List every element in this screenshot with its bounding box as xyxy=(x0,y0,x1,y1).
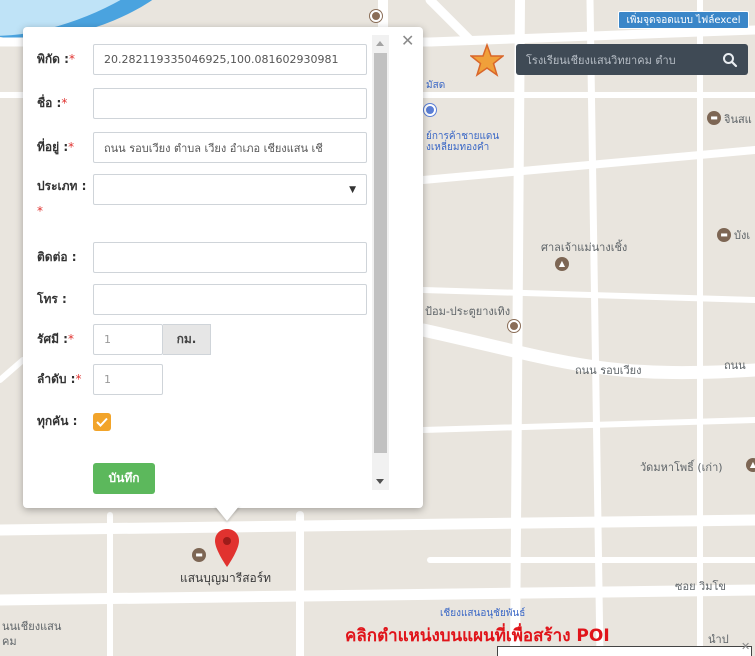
import-excel-button[interactable]: เพิ่มจุดจอดแบบ ไฟล์excel xyxy=(618,11,749,29)
map-label: บังเ xyxy=(734,229,751,242)
star-icon[interactable] xyxy=(470,43,504,77)
poi-marker[interactable] xyxy=(424,104,436,116)
radius-row: รัศมี :* 1 กม. xyxy=(37,324,211,355)
map-label: คม xyxy=(2,635,17,648)
street-label: ถนน xyxy=(724,359,746,372)
map-label: ศาลเจ้าแม่นางเชิ้ง xyxy=(541,241,628,254)
hotel-icon[interactable]: ▬ xyxy=(707,111,721,125)
checkmark-icon xyxy=(96,417,108,427)
scroll-thumb[interactable] xyxy=(374,53,387,453)
address-label: ที่อยู่ :* xyxy=(37,140,75,154)
place-search[interactable] xyxy=(516,44,748,75)
address-row: ที่อยู่ :* ถนน รอบเวียง ตำบล เวียง อำเภอ… xyxy=(37,132,367,163)
hotel-icon[interactable]: ▬ xyxy=(717,228,731,242)
coords-row: พิกัด :* 20.282119335046925,100.08160293… xyxy=(37,44,367,75)
address-field[interactable]: ถนน รอบเวียง ตำบล เวียง อำเภอ เชียงแสน เ… xyxy=(93,132,367,163)
form-scrollbar[interactable] xyxy=(372,35,389,490)
create-poi-hint: คลิกตำแหน่งบนแผนที่เพื่อสร้าง POI xyxy=(345,626,610,646)
phone-field[interactable] xyxy=(93,284,367,315)
temple-icon[interactable]: ▲ xyxy=(746,458,755,472)
order-row: ลำดับ :* 1 xyxy=(37,364,163,395)
contact-row: ติดต่อ : xyxy=(37,242,367,273)
phone-row: โทร : xyxy=(37,284,367,315)
poi-marker[interactable] xyxy=(370,10,382,22)
radius-field[interactable]: 1 xyxy=(93,324,163,355)
landmark-dot[interactable] xyxy=(508,320,520,332)
radius-unit: กม. xyxy=(163,324,211,355)
map-label: แสนบุญมารีสอร์ท xyxy=(180,571,272,585)
poi-form-popup: ✕ พิกัด :* 20.282119335046925,100.081602… xyxy=(23,27,423,508)
map-label: ย์การค้าชายแดน xyxy=(426,131,500,142)
phone-label: โทร : xyxy=(37,292,67,306)
name-label: ชื่อ :* xyxy=(37,96,68,110)
chevron-down-icon[interactable]: ▼ xyxy=(349,185,356,195)
scroll-up-icon[interactable] xyxy=(376,41,384,46)
street-label: ถนน รอบเวียง xyxy=(575,364,642,377)
name-field[interactable] xyxy=(93,88,367,119)
order-field[interactable]: 1 xyxy=(93,364,163,395)
everyone-checkbox[interactable] xyxy=(93,412,111,431)
everyone-label: ทุกคัน : xyxy=(37,414,78,428)
everyone-row: ทุกคัน : xyxy=(37,412,111,431)
order-label: ลำดับ :* xyxy=(37,372,82,386)
contact-field[interactable] xyxy=(93,242,367,273)
search-icon[interactable] xyxy=(722,52,738,68)
close-icon[interactable]: ✕ xyxy=(401,33,414,49)
save-button[interactable]: บันทึก xyxy=(93,463,155,494)
close-icon[interactable]: ✕ xyxy=(741,640,750,653)
map-label: จินสแ xyxy=(724,113,752,126)
info-panel xyxy=(497,646,752,656)
temple-icon[interactable]: ▲ xyxy=(555,257,569,271)
coords-label: พิกัด :* xyxy=(37,52,75,66)
map-label: งเหลี่ยมทองคำ xyxy=(426,142,490,153)
map-label: ป้อม-ประตูยางเทิง xyxy=(425,305,511,318)
contact-label: ติดต่อ : xyxy=(37,250,77,264)
radius-label: รัศมี :* xyxy=(37,332,74,346)
coords-field[interactable]: 20.282119335046925,100.081602930981 xyxy=(93,44,367,75)
name-row: ชื่อ :* xyxy=(37,88,367,119)
search-input[interactable] xyxy=(526,53,716,66)
type-select[interactable]: ▼ xyxy=(93,174,367,205)
type-label: ประเภท : * xyxy=(37,179,87,218)
hotel-icon[interactable]: ▬ xyxy=(192,548,206,562)
map-label: มัสด xyxy=(426,80,446,91)
map-label: วัดมหาโพธิ์ (เก่า) xyxy=(640,461,723,474)
map-label: เชียงแสนอนุชัยพันธ์ xyxy=(440,608,526,619)
street-label: ซอย วิมโข xyxy=(675,580,726,593)
location-pin-icon[interactable] xyxy=(214,528,240,568)
popup-pointer xyxy=(214,505,240,521)
type-row: ประเภท : * ▼ xyxy=(37,174,367,224)
scroll-down-icon[interactable] xyxy=(376,479,384,484)
